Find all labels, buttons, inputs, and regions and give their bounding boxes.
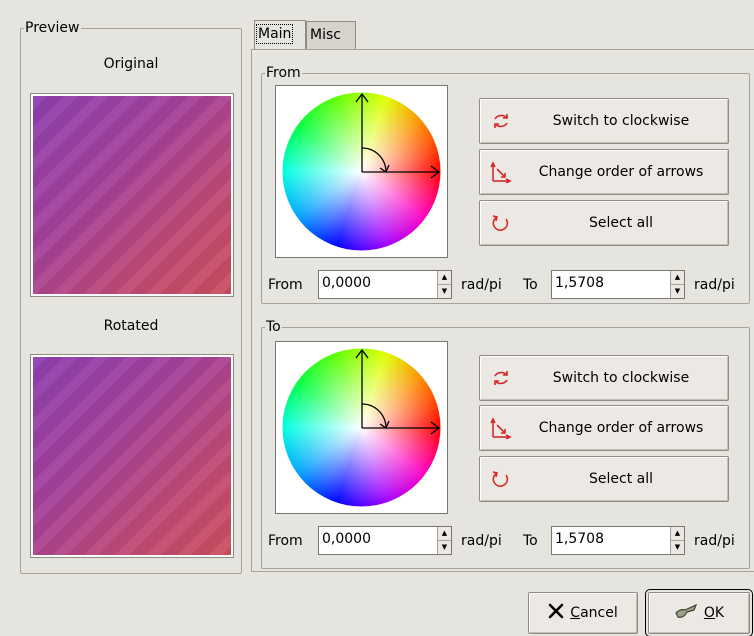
from-range-to-label: To (523, 277, 538, 293)
from-switch-clockwise-label: Switch to clockwise (552, 113, 690, 129)
rotate-arrows-icon (488, 111, 514, 131)
from-start-angle-spinner[interactable]: ▲▼ (318, 270, 452, 299)
spin-down-icon[interactable]: ▼ (671, 541, 684, 554)
spin-down-icon[interactable]: ▼ (438, 285, 451, 298)
from-legend: From (266, 65, 301, 81)
from-start-angle-spin-buttons[interactable]: ▲ ▼ (437, 271, 451, 298)
original-label: Original (103, 56, 159, 72)
to-end-angle-spin-buttons[interactable]: ▲ ▼ (670, 527, 684, 554)
to-color-wheel[interactable] (275, 341, 448, 514)
to-change-order-label: Change order of arrows (538, 420, 704, 436)
ok-button[interactable]: OK (645, 589, 753, 636)
ok-label: OK (703, 605, 725, 621)
spin-down-icon[interactable]: ▼ (438, 541, 451, 554)
to-unit2-label: rad/pi (694, 533, 735, 549)
spin-up-icon[interactable]: ▲ (671, 527, 684, 541)
from-start-angle-input[interactable] (322, 275, 418, 291)
cancel-label: Cancel (570, 605, 618, 621)
from-switch-clockwise-button[interactable]: Switch to clockwise (479, 98, 729, 144)
from-unit1-label: rad/pi (461, 277, 502, 293)
to-select-all-label: Select all (589, 471, 653, 487)
from-change-order-button[interactable]: Change order of arrows (479, 149, 729, 195)
to-start-angle-input[interactable] (322, 531, 418, 547)
to-switch-clockwise-button[interactable]: Switch to clockwise (479, 355, 729, 401)
from-unit2-label: rad/pi (694, 277, 735, 293)
preview-legend: Preview (25, 20, 80, 36)
from-color-wheel[interactable] (275, 85, 448, 258)
tab-misc[interactable]: Misc (306, 21, 356, 49)
to-range-to-label: To (523, 533, 538, 549)
from-end-angle-input[interactable] (555, 275, 651, 291)
spin-down-icon[interactable]: ▼ (671, 285, 684, 298)
from-select-all-button[interactable]: Select all (479, 200, 729, 246)
from-end-angle-spinner[interactable]: ▲▼ (551, 270, 685, 299)
spin-up-icon[interactable]: ▲ (438, 527, 451, 541)
to-select-all-button[interactable]: Select all (479, 456, 729, 502)
rotated-label: Rotated (103, 318, 159, 334)
swap-arrows-icon (488, 417, 514, 439)
cancel-button[interactable]: Cancel (528, 592, 638, 634)
cancel-x-icon (548, 603, 564, 623)
spin-up-icon[interactable]: ▲ (671, 271, 684, 285)
from-change-order-label: Change order of arrows (538, 164, 704, 180)
tab-main[interactable]: Main (254, 20, 306, 50)
ok-check-icon (674, 601, 698, 625)
to-change-order-button[interactable]: Change order of arrows (479, 405, 729, 451)
to-color-wheel-graphic (282, 348, 441, 507)
to-switch-clockwise-label: Switch to clockwise (552, 370, 690, 386)
rotate-arrows-icon (488, 368, 514, 388)
circle-arrow-icon (488, 469, 514, 489)
original-preview-image (30, 93, 234, 297)
to-range-from-label: From (268, 533, 303, 549)
from-end-angle-spin-buttons[interactable]: ▲ ▼ (670, 271, 684, 298)
from-select-all-label: Select all (589, 215, 653, 231)
rotated-preview-image (30, 354, 234, 558)
from-range-from-label: From (268, 277, 303, 293)
to-start-angle-spinner[interactable]: ▲▼ (318, 526, 452, 555)
spin-up-icon[interactable]: ▲ (438, 271, 451, 285)
to-end-angle-input[interactable] (555, 531, 651, 547)
swap-arrows-icon (488, 161, 514, 183)
to-unit1-label: rad/pi (461, 533, 502, 549)
circle-arrow-icon (488, 213, 514, 233)
to-end-angle-spinner[interactable]: ▲▼ (551, 526, 685, 555)
to-legend: To (266, 319, 281, 335)
to-start-angle-spin-buttons[interactable]: ▲ ▼ (437, 527, 451, 554)
from-color-wheel-graphic (282, 92, 441, 251)
